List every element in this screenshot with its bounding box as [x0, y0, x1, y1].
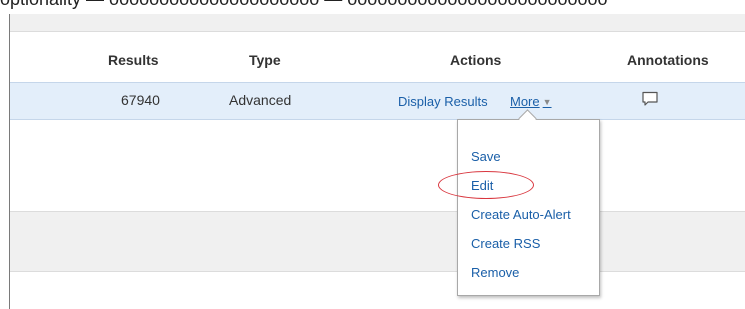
edit-highlight-ellipse: [438, 171, 534, 199]
row-divider: [10, 271, 745, 272]
menu-item-create-auto-alert[interactable]: Create Auto-Alert: [471, 207, 571, 222]
header-actions: Actions: [450, 52, 502, 68]
menu-item-create-rss[interactable]: Create RSS: [471, 236, 540, 251]
results-count: 67940: [121, 92, 160, 108]
header-type[interactable]: Type: [249, 52, 281, 68]
search-type: Advanced: [229, 92, 292, 108]
menu-item-save[interactable]: Save: [471, 149, 501, 164]
more-dropdown-toggle[interactable]: More ▼: [510, 94, 552, 109]
top-band: [10, 14, 745, 31]
cropped-top-text: optionality — ooooooooooooooooooooo — oo…: [0, 0, 608, 10]
row-divider: [10, 211, 745, 212]
comment-icon[interactable]: [641, 90, 659, 108]
header-results[interactable]: Results: [108, 52, 159, 68]
header-annotations: Annotations: [627, 52, 709, 68]
more-label: More: [510, 94, 540, 109]
chevron-down-icon: ▼: [542, 97, 552, 107]
display-results-link[interactable]: Display Results: [398, 94, 488, 109]
header-top-divider: [10, 31, 745, 32]
lower-band: [10, 211, 745, 271]
menu-item-remove[interactable]: Remove: [471, 265, 519, 280]
